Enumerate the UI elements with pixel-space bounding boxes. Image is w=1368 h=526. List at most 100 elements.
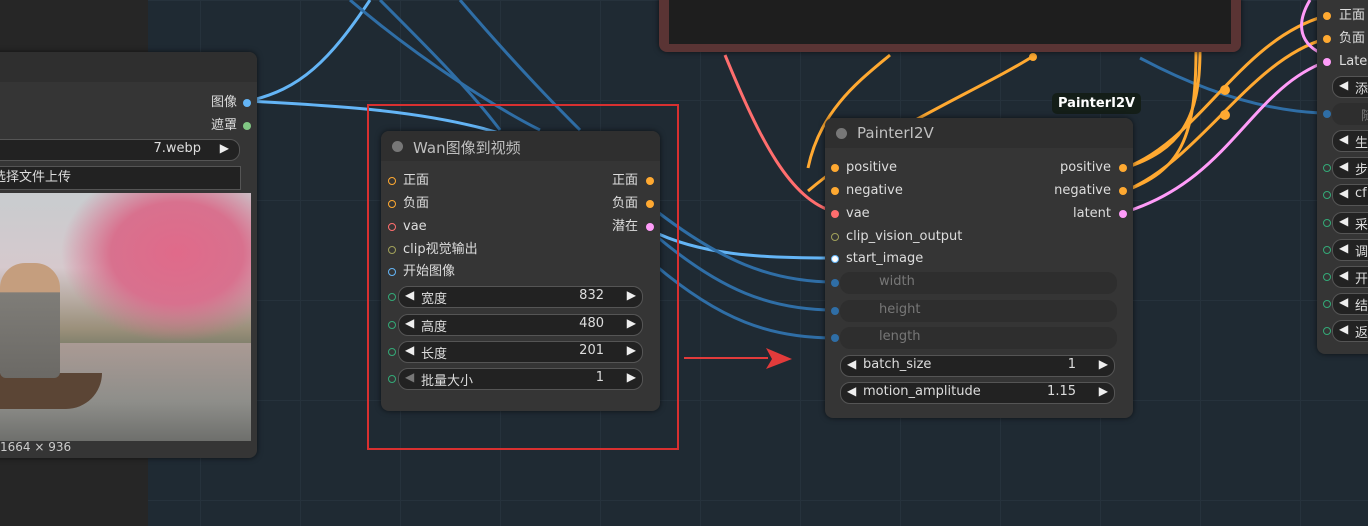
width-label: width <box>879 274 915 289</box>
output-latent-dot[interactable] <box>1119 210 1127 218</box>
upload-button-label: 选择文件上传 <box>0 170 72 185</box>
increment-arrow-icon[interactable]: ▶ <box>1099 357 1108 371</box>
sampler-widget-label: 结 <box>1355 299 1368 314</box>
sampler-widget-label: 添 <box>1355 82 1368 97</box>
sampler-widget-2[interactable]: 随 <box>1332 103 1368 125</box>
boatman-shape <box>0 263 60 378</box>
sampler-widget-label: 开 <box>1355 272 1368 287</box>
output-negative-label: negative <box>1054 183 1111 198</box>
decrement-arrow-icon[interactable]: ◀ <box>1339 159 1348 173</box>
node-badge: PainterI2V <box>1052 93 1142 114</box>
decrement-arrow-icon[interactable]: ◀ <box>1339 241 1348 255</box>
decrement-arrow-icon[interactable]: ◀ <box>847 357 856 371</box>
input-clip-vision-dot[interactable] <box>831 233 839 241</box>
output-mask-dot[interactable] <box>243 122 251 130</box>
input-negative-dot[interactable] <box>831 187 839 195</box>
input-vae-dot[interactable] <box>831 210 839 218</box>
motion-amplitude-widget[interactable]: ◀ motion_amplitude 1.15 ▶ <box>840 382 1115 404</box>
input-positive-dot[interactable] <box>1323 12 1331 20</box>
red-arrow-icon <box>684 348 792 369</box>
decrement-arrow-icon[interactable]: ◀ <box>1339 186 1348 200</box>
sampler-input-dot[interactable] <box>1323 273 1331 281</box>
sampler-widget-6[interactable]: ◀ 采 <box>1332 212 1368 234</box>
sampler-widget-7[interactable]: ◀ 调 <box>1332 239 1368 261</box>
wire-blue-width <box>654 208 836 284</box>
chevron-right-icon[interactable]: ▶ <box>220 141 229 155</box>
sampler-widget-label: 调 <box>1355 245 1368 260</box>
sampler-widget-4[interactable]: ◀ 步 <box>1332 157 1368 179</box>
sampler-widget-label: cf <box>1355 186 1367 201</box>
increment-arrow-icon[interactable]: ▶ <box>1099 384 1108 398</box>
sampler-widget-9[interactable]: ◀ 结 <box>1332 293 1368 315</box>
painter-node-title-bar[interactable]: PainterI2V <box>825 118 1133 148</box>
collapse-dot-icon[interactable] <box>836 128 847 139</box>
sampler-widget-1[interactable]: ◀ 添 <box>1332 76 1368 98</box>
output-positive-dot[interactable] <box>1119 164 1127 172</box>
decrement-arrow-icon[interactable]: ◀ <box>1339 78 1348 92</box>
decrement-arrow-icon[interactable]: ◀ <box>1339 322 1348 336</box>
sampler-widget-label: 采 <box>1355 218 1368 233</box>
sampler-input-dot[interactable] <box>1323 219 1331 227</box>
file-select-value: 7.webp <box>153 141 201 156</box>
sampler-input-dot[interactable] <box>1323 300 1331 308</box>
sampler-input-dot[interactable] <box>1323 327 1331 335</box>
sampler-widget-label: 步 <box>1355 163 1368 178</box>
sampler-widget-label: 随 <box>1361 109 1368 124</box>
length-converted-widget[interactable]: length <box>840 327 1117 349</box>
output-negative-dot[interactable] <box>1119 187 1127 195</box>
input-vae-label: vae <box>846 206 870 221</box>
highlight-rectangle <box>367 104 679 450</box>
batch-size-widget[interactable]: ◀ batch_size 1 ▶ <box>840 355 1115 377</box>
decrement-arrow-icon[interactable]: ◀ <box>847 384 856 398</box>
input-start-image-dot[interactable] <box>831 255 839 263</box>
width-converted-widget[interactable]: width <box>840 272 1117 294</box>
input-positive-label: positive <box>846 160 897 175</box>
input-negative-label: 负面 <box>1339 31 1366 46</box>
file-select-widget[interactable]: 7.webp ▶ <box>0 139 240 161</box>
sampler-input-dot[interactable] <box>1323 191 1331 199</box>
top-preview-node[interactable] <box>659 0 1241 52</box>
sampler-input-dot[interactable] <box>1323 246 1331 254</box>
sampler-widget-label: 生 <box>1355 136 1368 151</box>
decrement-arrow-icon[interactable]: ◀ <box>1339 295 1348 309</box>
output-image-dot[interactable] <box>243 99 251 107</box>
input-height-dot[interactable] <box>831 307 839 315</box>
sampler-widget-8[interactable]: ◀ 开 <box>1332 266 1368 288</box>
wire-image-top <box>247 0 372 103</box>
input-positive-label: 正面 <box>1339 8 1366 23</box>
blossom-trees-shape <box>60 193 251 343</box>
preview-image <box>0 193 251 441</box>
input-negative-dot[interactable] <box>1323 35 1331 43</box>
motion-amplitude-value: 1.15 <box>1047 384 1076 399</box>
sampler-input-dot[interactable] <box>1323 110 1331 118</box>
sampler-node[interactable]: 正面 负面 Laten ◀添 随 ◀生 ◀步 ◀cf ◀采 ◀调 ◀开 ◀结 ◀… <box>1317 0 1368 354</box>
input-length-dot[interactable] <box>831 334 839 342</box>
painter-i2v-node[interactable]: PainterI2V positive negative vae clip_vi… <box>825 118 1133 418</box>
decrement-arrow-icon[interactable]: ◀ <box>1339 132 1348 146</box>
decrement-arrow-icon[interactable]: ◀ <box>1339 214 1348 228</box>
input-clip-vision-label: clip_vision_output <box>846 229 963 244</box>
image-size-label: 1664 × 936 <box>0 440 72 454</box>
height-converted-widget[interactable]: height <box>840 300 1117 322</box>
output-positive-label: positive <box>1060 160 1111 175</box>
upload-button[interactable]: 选择文件上传 <box>0 166 241 190</box>
load-image-title-bar[interactable] <box>0 52 257 82</box>
sampler-input-dot[interactable] <box>1323 164 1331 172</box>
painter-node-title: PainterI2V <box>857 124 934 142</box>
sampler-widget-5[interactable]: ◀ cf <box>1332 184 1368 206</box>
decrement-arrow-icon[interactable]: ◀ <box>1339 268 1348 282</box>
motion-amplitude-label: motion_amplitude <box>863 384 981 399</box>
input-latent-dot[interactable] <box>1323 58 1331 66</box>
wire-blue-length <box>654 263 836 340</box>
input-positive-dot[interactable] <box>831 164 839 172</box>
batch-size-label: batch_size <box>863 357 932 372</box>
input-negative-label: negative <box>846 183 903 198</box>
sampler-widget-label: 返 <box>1355 326 1368 341</box>
top-preview-area <box>669 0 1231 44</box>
height-label: height <box>879 302 921 317</box>
input-width-dot[interactable] <box>831 279 839 287</box>
sampler-widget-3[interactable]: ◀ 生 <box>1332 130 1368 152</box>
load-image-node[interactable]: 图像 遮罩 7.webp ▶ 选择文件上传 1664 × 936 <box>0 52 257 458</box>
sampler-widget-10[interactable]: ◀ 返 <box>1332 320 1368 342</box>
input-latent-label: Laten <box>1339 54 1368 69</box>
